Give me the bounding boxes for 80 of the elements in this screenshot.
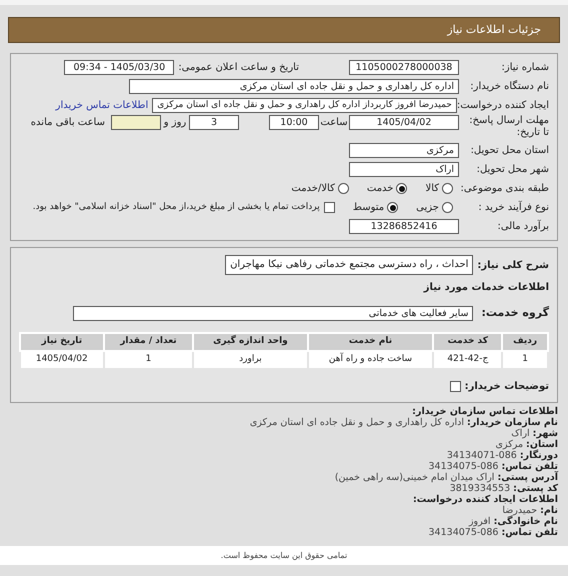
- radio-button[interactable]: [387, 202, 398, 213]
- field-label: نام دستگاه خریدار:: [469, 79, 549, 94]
- info-value: 34134075-086: [428, 461, 498, 472]
- radio-button[interactable]: [396, 183, 408, 194]
- column-header: ردیف: [502, 333, 548, 351]
- info-value: 3819334553: [450, 483, 510, 494]
- field-label: گروه خدمت:: [481, 304, 549, 321]
- text-field[interactable]: اراک: [349, 162, 459, 177]
- info-value: حمیدرضا: [502, 505, 538, 516]
- radio-label: جزیی: [416, 201, 439, 215]
- info-label: نام خانوادگی:: [494, 516, 558, 527]
- info-value: اداره کل راهداری و حمل و نقل جاده ای استان مرکزی: [250, 417, 464, 428]
- radio-label: کالا/خدمت: [291, 182, 335, 196]
- text-field[interactable]: اداره کل راهداری و حمل و نقل جاده ای استان مرکزی: [129, 79, 459, 94]
- text-field[interactable]: 10:00: [269, 115, 319, 130]
- text-field[interactable]: سایر فعالیت های خدماتی: [73, 306, 474, 320]
- field-label: شهر محل تحویل:: [476, 163, 549, 177]
- section-heading: اطلاعات خدمات مورد نیاز: [424, 280, 549, 294]
- text-field[interactable]: 13286852416: [349, 219, 459, 234]
- info-label: نام سازمان خریدار:: [467, 417, 558, 428]
- field-label: برآورد مالی:: [496, 219, 549, 234]
- column-header: تعداد / مقدار: [104, 333, 194, 351]
- column-header: واحد اندازه گیری: [193, 333, 308, 351]
- field-label: شرح کلی نیاز:: [477, 258, 549, 272]
- text-field[interactable]: 3: [189, 115, 239, 130]
- column-header: نام خدمت: [308, 333, 434, 351]
- text-field[interactable]: حمیدرضا افروز کاربرداز اداره کل راهداری و حمل و نقل جاده ای استان مرکزی: [152, 98, 457, 113]
- info-label: تلفن تماس:: [501, 527, 558, 538]
- section-heading: اطلاعات ایجاد کننده درخواست:: [412, 494, 558, 505]
- radio-label: متوسط: [352, 201, 384, 215]
- text-field[interactable]: 1105000278000038: [349, 60, 459, 75]
- contact-link[interactable]: اطلاعات تماس خریدار: [56, 98, 148, 113]
- radio-button[interactable]: [442, 202, 453, 213]
- field-label: توضیحات خریدار:: [464, 380, 549, 394]
- info-value: 34134075-086: [428, 527, 498, 538]
- summary-field[interactable]: احداث ، راه دسترسی مجتمع خدماتی رفاهی نیکا مهاجران: [225, 255, 474, 275]
- radio-button[interactable]: [442, 183, 453, 194]
- table-cell: ج-42-421: [433, 351, 502, 369]
- info-value: اراک: [511, 428, 530, 439]
- table-cell: براورد: [193, 351, 308, 369]
- text-field[interactable]: 1405/04/02: [349, 115, 459, 130]
- table-cell: 1: [104, 351, 194, 369]
- info-value: اراک میدان امام خمینی(سه راهی خمین): [334, 472, 494, 483]
- field-label: تاریخ و ساعت اعلان عمومی:: [178, 61, 299, 75]
- radio-label: خدمت: [366, 182, 394, 196]
- remaining-field[interactable]: [111, 115, 161, 130]
- checkbox-label: پرداخت تمام یا بخشی از مبلغ خرید،از محل "اسناد خزانه اسلامی" خواهد بود.: [32, 200, 320, 214]
- field-label: ساعت باقی مانده: [30, 116, 105, 130]
- info-value: افروز: [468, 516, 491, 527]
- info-label: شهر:: [532, 428, 558, 439]
- table-cell: 1: [502, 351, 548, 369]
- radio-button[interactable]: [338, 183, 349, 194]
- field-label: ساعت: [319, 116, 349, 130]
- field-label: طبقه بندی موضوعی:: [460, 182, 549, 196]
- field-label: روز و: [162, 116, 188, 130]
- info-label: دورنگار:: [520, 450, 558, 461]
- field-label: مهلت ارسال پاسخ: تا تاریخ:: [468, 115, 549, 139]
- info-label: تلفن تماس:: [501, 461, 558, 472]
- info-value: مرکزی: [496, 439, 524, 450]
- column-header: تاریخ نیاز: [20, 333, 104, 351]
- info-label: استان:: [526, 439, 558, 450]
- checkbox[interactable]: [324, 202, 335, 213]
- info-label: کد پستی:: [513, 483, 558, 494]
- page-title: جزئیات اطلاعات نیاز: [447, 22, 541, 38]
- table-cell: 1405/04/02: [20, 351, 104, 369]
- field-label: استان محل تحویل:: [470, 144, 549, 158]
- text-field[interactable]: 1405/03/30 - 09:34: [64, 60, 174, 75]
- checkbox[interactable]: [450, 380, 461, 392]
- column-header: کد خدمت: [433, 333, 502, 351]
- section-heading: اطلاعات تماس سازمان خریدار:: [411, 406, 558, 417]
- info-label: نام:: [540, 505, 558, 516]
- copyright-text: تمامی حقوق این سایت محفوظ است.: [220, 550, 348, 562]
- table-cell: ساخت جاده و راه آهن: [308, 351, 434, 369]
- field-label: ایجاد کننده درخواست:: [456, 99, 549, 113]
- text-field[interactable]: مرکزی: [349, 143, 459, 158]
- info-value: 34134071-086: [446, 450, 517, 461]
- radio-label: کالا: [425, 182, 439, 196]
- field-label: شماره نیاز:: [500, 61, 549, 75]
- info-label: آدرس پستی:: [497, 472, 558, 483]
- field-label: نوع فرآیند خرید :: [477, 200, 549, 215]
